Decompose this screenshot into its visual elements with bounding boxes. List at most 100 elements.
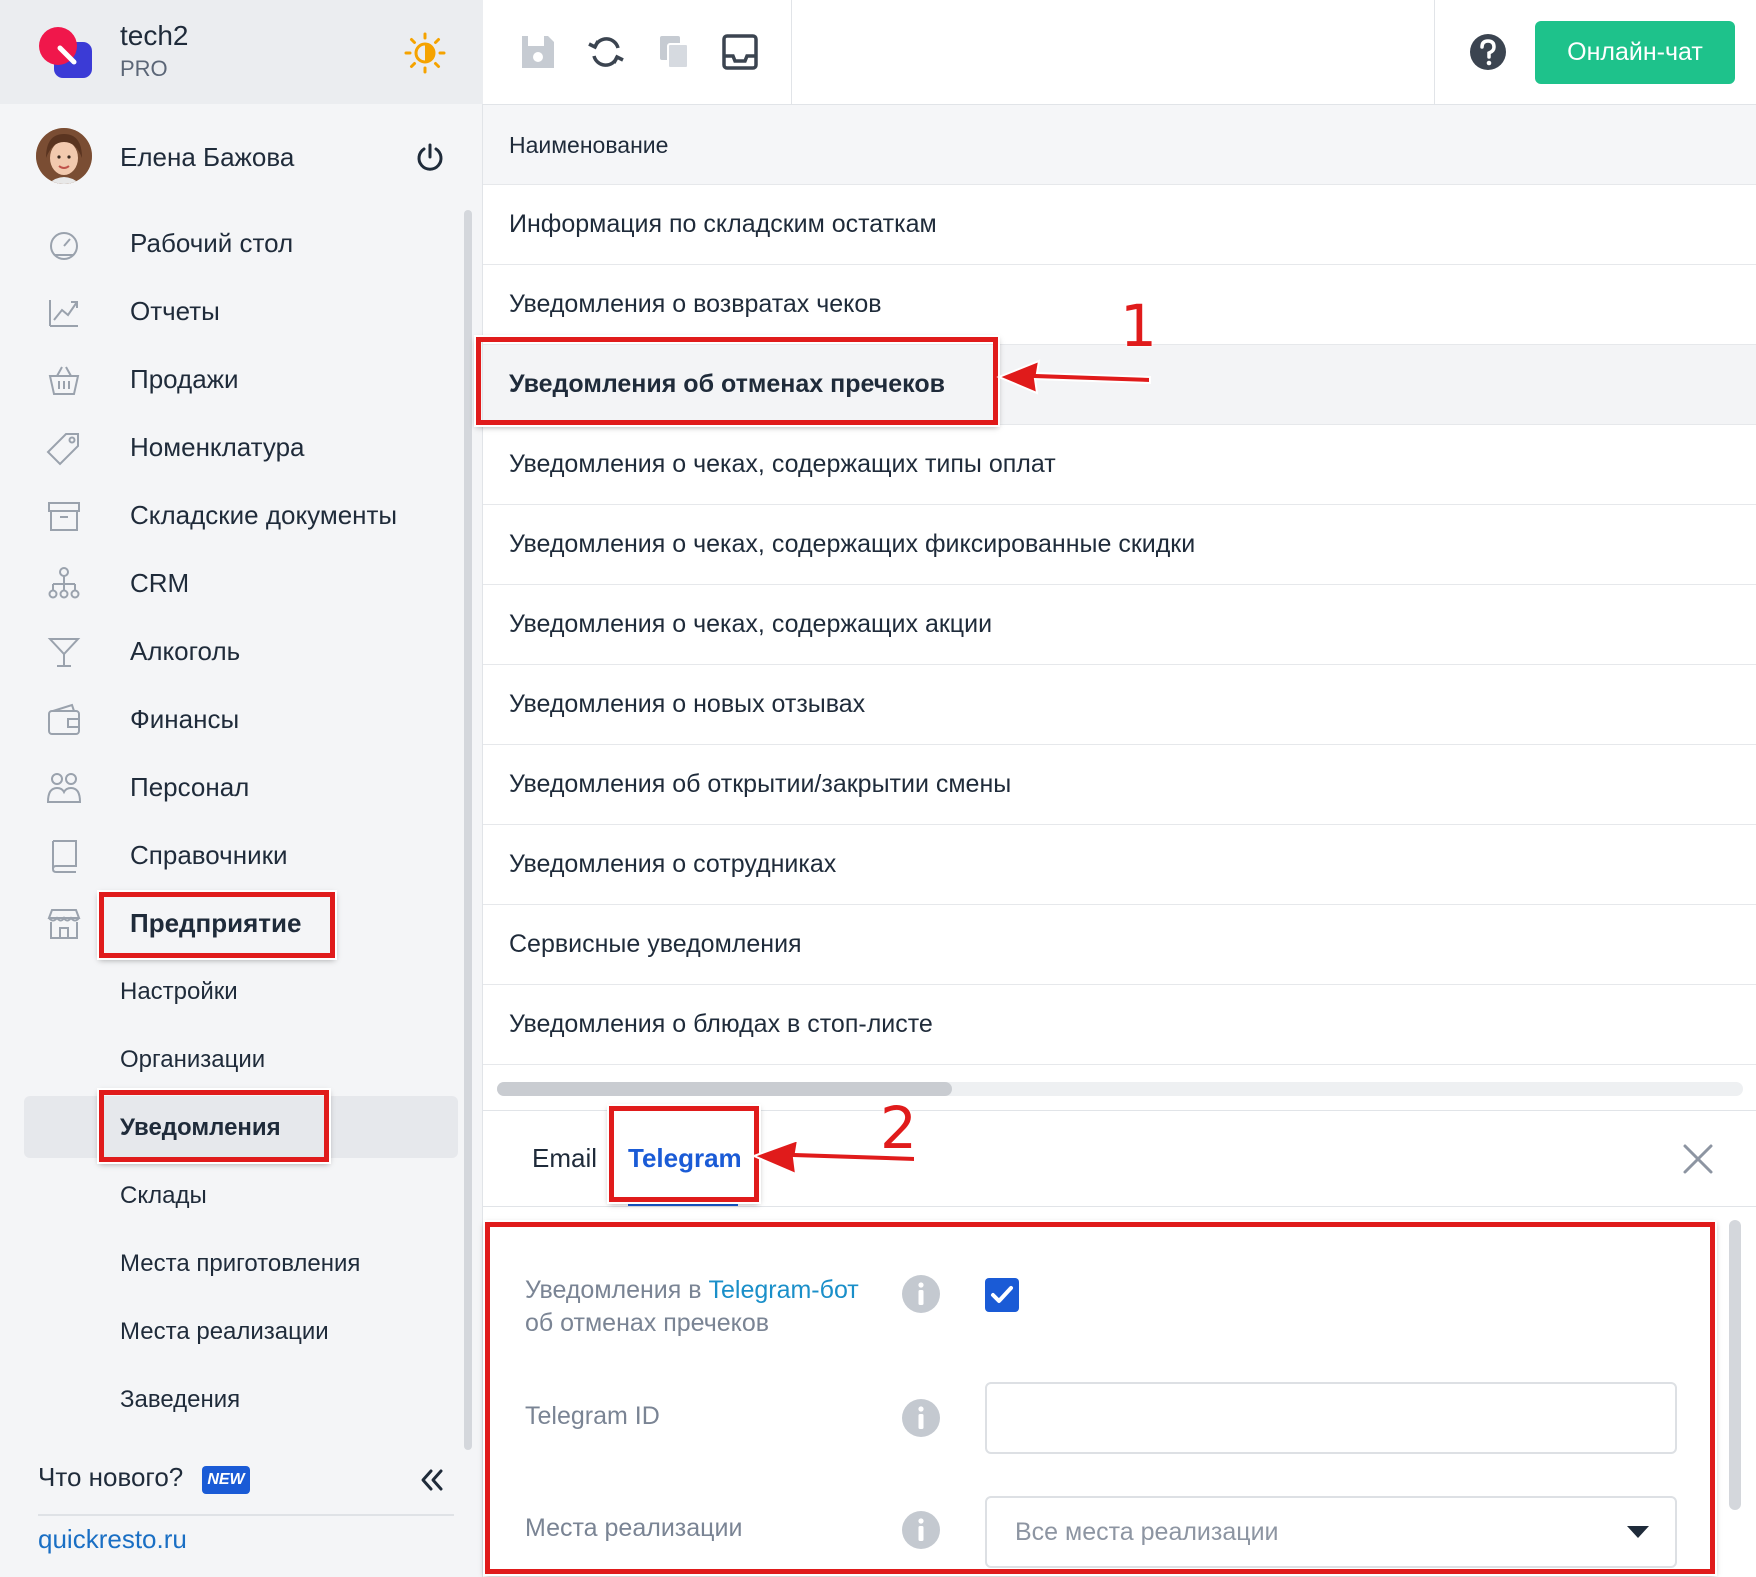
table-cell: Уведомления о чеках, содержащих акции (509, 610, 993, 638)
telegram-bot-link[interactable]: Telegram-бот (708, 1276, 858, 1304)
sidebar-item-label: Персонал (130, 772, 250, 802)
profile-name: Елена Бажова (120, 142, 295, 172)
sun-icon[interactable] (404, 32, 446, 74)
sidebar-item-reports[interactable]: Отчеты (0, 280, 460, 342)
sidebar-item-label: Продажи (130, 364, 239, 394)
power-icon[interactable] (414, 142, 446, 174)
collapse-sidebar-icon[interactable] (418, 1466, 446, 1494)
table-row[interactable]: Информация по складским остаткам (483, 185, 1756, 265)
sidebar-subitem-notifications[interactable]: Уведомления (24, 1096, 458, 1158)
table-cell: Уведомления о возвратах чеков (509, 290, 882, 318)
sidebar-item-nomenclature[interactable]: Номенклатура (0, 416, 460, 478)
sidebar-subitem-label: Организации (120, 1046, 266, 1073)
sidebar: tech2 PRO Елена Бажова Рабочий стол Отче… (0, 0, 483, 1577)
sidebar-subitem-label: Места реализации (120, 1318, 329, 1345)
telegram-id-label: Telegram ID (525, 1402, 660, 1430)
table-row[interactable]: Уведомления об открытии/закрытии смены (483, 745, 1756, 825)
sidebar-subitem-settings[interactable]: Настройки (0, 960, 460, 1022)
telegram-bot-label: Уведомления в Telegram-бот об отменах пр… (525, 1274, 859, 1340)
sidebar-item-enterprise[interactable]: Предприятие (0, 892, 460, 954)
sale-places-select[interactable]: Все места реализации (985, 1496, 1677, 1568)
sidebar-subitem-venues[interactable]: Заведения (0, 1368, 460, 1430)
sidebar-item-dashboard[interactable]: Рабочий стол (0, 212, 460, 274)
people-icon (46, 773, 82, 803)
sidebar-item-crm[interactable]: CRM (0, 552, 460, 614)
sidebar-item-sales[interactable]: Продажи (0, 348, 460, 410)
store-icon (47, 909, 81, 939)
table-row[interactable]: Уведомления о блюдах в стоп-листе (483, 985, 1756, 1065)
table-row[interactable]: Сервисные уведомления (483, 905, 1756, 985)
dashboard-icon (50, 232, 78, 260)
org-chart-icon (48, 567, 80, 599)
book-icon (51, 840, 77, 873)
save-icon[interactable] (518, 32, 558, 72)
column-header-name[interactable]: Наименование (509, 132, 668, 159)
sidebar-item-label: Справочники (130, 840, 288, 870)
refresh-icon[interactable] (586, 32, 626, 72)
info-icon[interactable] (901, 1398, 941, 1438)
sidebar-item-label: Рабочий стол (130, 228, 294, 258)
tab-email[interactable]: Email (532, 1143, 597, 1174)
sidebar-subitem-warehouses[interactable]: Склады (0, 1164, 460, 1226)
table-row[interactable]: Уведомления о чеках, содержащих акции (483, 585, 1756, 665)
cocktail-icon (47, 638, 81, 667)
sidebar-subitem-organizations[interactable]: Организации (0, 1028, 460, 1090)
avatar[interactable] (36, 128, 92, 184)
table-cell: Уведомления о блюдах в стоп-листе (509, 1010, 933, 1038)
sidebar-subitem-label: Заведения (120, 1386, 241, 1413)
telegram-bot-checkbox[interactable] (985, 1278, 1019, 1312)
toolbar-separator (791, 0, 792, 105)
toolbar-separator (1434, 0, 1435, 105)
telegram-bot-label-post: об отменах пречеков (525, 1309, 770, 1337)
sidebar-item-label: Складские документы (130, 500, 398, 530)
copy-icon[interactable] (654, 32, 694, 72)
app-logo-icon[interactable] (38, 26, 94, 80)
info-icon[interactable] (901, 1274, 941, 1314)
info-icon[interactable] (901, 1510, 941, 1550)
sidebar-subitem-label: Склады (120, 1182, 207, 1209)
panel-scrollbar[interactable] (1729, 1220, 1741, 1510)
active-tab-indicator (628, 1201, 738, 1206)
table-row[interactable]: Уведомления о сотрудниках (483, 825, 1756, 905)
sidebar-item-label: Финансы (130, 704, 240, 734)
table-row[interactable]: Уведомления о новых отзывах (483, 665, 1756, 745)
sale-places-label: Места реализации (525, 1514, 743, 1542)
sidebar-item-warehouse-docs[interactable]: Складские документы (0, 484, 460, 546)
table-row[interactable]: Уведомления о чеках, содержащих фиксиров… (483, 505, 1756, 585)
new-badge: NEW (202, 1466, 250, 1494)
table-header: Наименование (483, 105, 1756, 185)
chart-icon (49, 300, 78, 327)
table-cell: Уведомления об открытии/закрытии смены (509, 770, 1012, 798)
sidebar-item-finance[interactable]: Финансы (0, 688, 460, 750)
tab-telegram[interactable]: Telegram (628, 1143, 742, 1174)
sidebar-subitem-sale-places[interactable]: Места реализации (0, 1300, 460, 1362)
sidebar-item-label: Номенклатура (130, 432, 305, 462)
table-row[interactable]: Уведомления о чеках, содержащих типы опл… (483, 425, 1756, 505)
sidebar-item-staff[interactable]: Персонал (0, 756, 460, 818)
close-icon[interactable] (1680, 1141, 1716, 1177)
tag-icon (46, 433, 79, 466)
online-chat-button[interactable]: Онлайн-чат (1535, 21, 1735, 84)
help-icon[interactable] (1468, 32, 1508, 72)
sidebar-subitem-label: Настройки (120, 978, 238, 1005)
sidebar-item-label: CRM (130, 568, 190, 598)
telegram-settings-form: Уведомления в Telegram-бот об отменах пр… (483, 1208, 1756, 1577)
brand-name: tech2 (120, 20, 189, 51)
sidebar-item-references[interactable]: Справочники (0, 824, 460, 886)
inbox-icon[interactable] (720, 32, 760, 72)
sidebar-scrollbar[interactable] (464, 210, 472, 1450)
sidebar-subitem-cooking-places[interactable]: Места приготовления (0, 1232, 460, 1294)
whats-new-link[interactable]: Что нового? (38, 1462, 183, 1493)
table-cell: Информация по складским остаткам (509, 210, 937, 238)
archive-icon (48, 502, 80, 531)
sidebar-item-label: Отчеты (130, 296, 220, 326)
telegram-id-input[interactable] (985, 1382, 1677, 1454)
table-cell: Уведомления о новых отзывах (509, 690, 866, 718)
table-cell: Уведомления о сотрудниках (509, 850, 837, 878)
site-link[interactable]: quickresto.ru (38, 1524, 187, 1555)
app-window: tech2 PRO Елена Бажова Рабочий стол Отче… (0, 0, 1756, 1577)
annotation-number-1: 1 (1120, 292, 1157, 360)
brand-plan: PRO (120, 56, 168, 81)
sidebar-item-alcohol[interactable]: Алкоголь (0, 620, 460, 682)
sidebar-item-label: Алкоголь (130, 636, 241, 666)
